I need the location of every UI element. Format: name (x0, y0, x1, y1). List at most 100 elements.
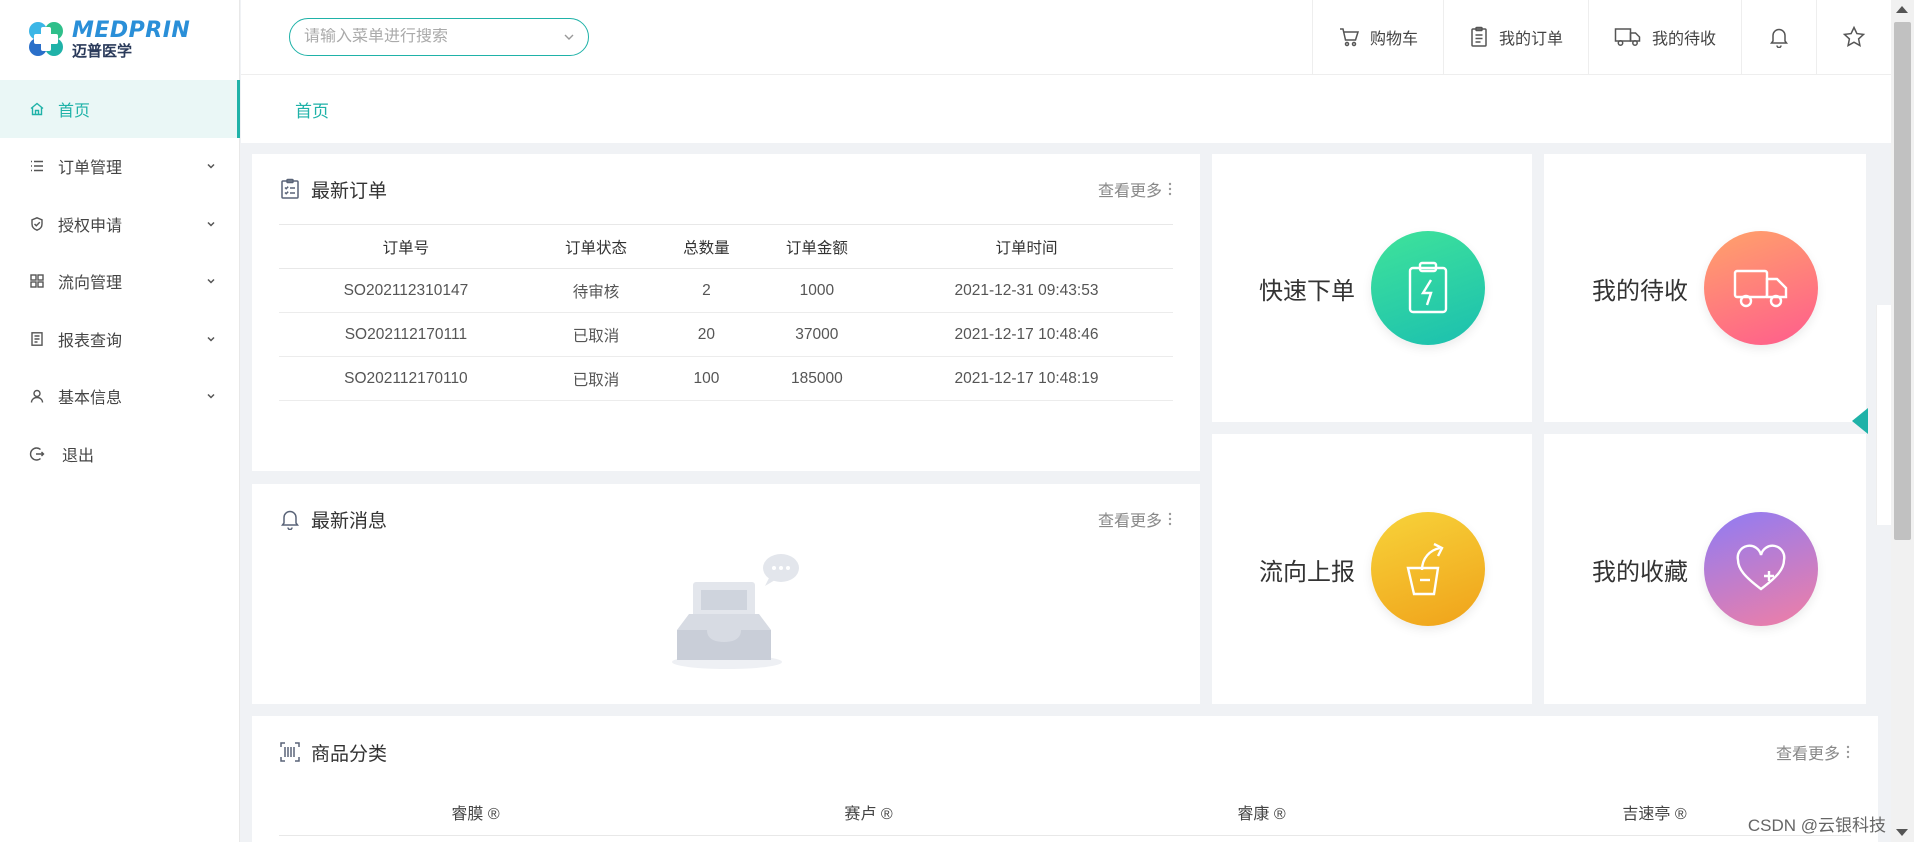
order-status: 已取消 (532, 312, 660, 357)
order-status: 待审核 (532, 268, 660, 313)
menu-search[interactable] (289, 18, 589, 56)
bell-icon (1770, 28, 1788, 48)
scroll-up-icon[interactable] (1896, 6, 1908, 13)
order-amount: 37000 (753, 312, 880, 357)
list-icon (28, 157, 46, 175)
latest-orders-card: 最新订单 查看更多 订单号 订单状态 总数量 订单金额 订单时间 SO20211… (252, 154, 1200, 471)
order-time: 2021-12-17 10:48:19 (879, 356, 1173, 401)
truck-icon (1733, 269, 1788, 308)
user-icon (28, 387, 46, 405)
category-item[interactable]: 睿膜 ® (279, 800, 672, 824)
checklist-icon (281, 178, 299, 199)
order-amount: 1000 (753, 268, 880, 313)
chevron-down-icon (207, 164, 215, 169)
category-item[interactable]: 赛卢 ® (672, 800, 1065, 824)
sidebar-item-home[interactable]: 首页 (0, 80, 240, 138)
my-pending-label: 我的待收 (1651, 31, 1716, 48)
medprin-logo-icon (29, 22, 63, 56)
chevron-down-icon (207, 279, 215, 284)
flow-report-icon-circle (1371, 512, 1485, 626)
chevron-down-icon (207, 394, 215, 399)
my-pending-card-label: 我的待收 (1592, 277, 1688, 305)
heart-plus-icon (1736, 544, 1786, 591)
sidebar-item-label: 报表查询 (58, 332, 123, 350)
product-categories-card: 商品分类 查看更多 睿膜 ® 赛卢 ® 睿康 ® 吉速亭 ® (252, 716, 1878, 842)
order-number: SO202112170111 (279, 312, 533, 357)
grid-icon (28, 272, 46, 290)
chevron-down-icon (207, 221, 215, 227)
my-favorites-icon-circle (1704, 512, 1818, 626)
table-row[interactable]: SO202112170110 已取消 100 185000 2021-12-17… (279, 356, 1173, 401)
order-number: SO202112170110 (279, 356, 533, 401)
sidebar: MEDPRIN 迈普医学 首页 订单管理 授权申请 流向管理 报表查询 基本信息… (0, 0, 240, 842)
my-favorites-card[interactable]: 我的收藏 (1544, 434, 1866, 704)
empty-inbox-icon (672, 554, 799, 669)
logo-text-cn: 迈普医学 (72, 42, 133, 60)
order-time: 2021-12-31 09:43:53 (879, 268, 1173, 313)
order-status: 已取消 (532, 356, 660, 401)
shield-check-icon (28, 215, 46, 233)
order-quantity: 100 (659, 356, 754, 401)
bell-icon (281, 510, 299, 530)
sidebar-item-flow-management[interactable]: 流向管理 (0, 253, 239, 311)
barcode-icon (280, 742, 300, 762)
chevron-down-icon (207, 336, 215, 342)
side-floating-panel (1876, 305, 1892, 525)
menu-search-input[interactable] (304, 28, 562, 46)
latest-messages-more-link[interactable]: 查看更多 (1098, 507, 1172, 531)
sidebar-item-authorization[interactable]: 授权申请 (0, 195, 239, 253)
order-time: 2021-12-17 10:48:46 (879, 312, 1173, 357)
vertical-scrollbar[interactable] (1891, 0, 1914, 842)
quick-order-label: 快速下单 (1259, 277, 1355, 305)
table-row[interactable]: SO202112310147 待审核 2 1000 2021-12-31 09:… (279, 268, 1173, 313)
quick-order-card[interactable]: 快速下单 (1212, 154, 1532, 422)
sidebar-item-basic-info[interactable]: 基本信息 (0, 368, 239, 426)
favorites-star-button[interactable] (1816, 0, 1891, 74)
my-pending-card[interactable]: 我的待收 (1544, 154, 1866, 422)
sidebar-item-reports[interactable]: 报表查询 (0, 310, 239, 368)
latest-messages-title: 最新消息 (311, 510, 388, 532)
column-header: 订单时间 (879, 224, 1173, 269)
sidebar-item-logout[interactable]: 退出 (0, 425, 239, 483)
upload-flow-icon (1406, 542, 1444, 596)
cart-icon (1339, 28, 1359, 47)
truck-icon (1614, 28, 1641, 46)
my-orders-button[interactable]: 我的订单 (1442, 0, 1588, 74)
sidebar-item-label: 流向管理 (58, 275, 123, 293)
category-item[interactable]: 睿康 ® (1065, 800, 1458, 824)
more-vertical-icon (1846, 745, 1850, 759)
sidebar-item-label: 首页 (58, 102, 91, 120)
column-header: 订单号 (279, 224, 533, 269)
more-label: 查看更多 (1775, 746, 1840, 763)
flow-report-card[interactable]: 流向上报 (1212, 434, 1532, 704)
clipboard-icon (1471, 26, 1487, 47)
my-pending-button[interactable]: 我的待收 (1587, 0, 1741, 74)
orders-table: 订单号 订单状态 总数量 订单金额 订单时间 SO202112310147 待审… (279, 224, 1173, 401)
latest-messages-card: 最新消息 查看更多 (252, 484, 1200, 704)
sidebar-item-order-management[interactable]: 订单管理 (0, 138, 239, 196)
sidebar-item-label: 退出 (62, 447, 95, 465)
latest-orders-more-link[interactable]: 查看更多 (1098, 177, 1172, 201)
table-header-row: 订单号 订单状态 总数量 订单金额 订单时间 (279, 224, 1173, 269)
more-vertical-icon (1168, 512, 1172, 526)
chevron-down-icon[interactable] (562, 30, 576, 44)
clipboard-bolt-icon (1408, 261, 1448, 314)
sidebar-item-label: 授权申请 (58, 217, 123, 235)
table-row[interactable]: SO202112170111 已取消 20 37000 2021-12-17 1… (279, 312, 1173, 357)
scrollbar-thumb[interactable] (1894, 22, 1911, 540)
side-panel-toggle-arrow-icon[interactable] (1852, 408, 1868, 434)
order-quantity: 2 (659, 268, 754, 313)
home-icon (28, 100, 46, 118)
notifications-button[interactable] (1741, 0, 1816, 74)
my-orders-label: 我的订单 (1498, 31, 1563, 48)
watermark: CSDN @云银科技 (1747, 816, 1886, 835)
product-categories-more-link[interactable]: 查看更多 (1776, 740, 1850, 764)
more-label: 查看更多 (1097, 513, 1162, 530)
my-pending-icon-circle (1704, 231, 1818, 345)
cart-button[interactable]: 购物车 (1311, 0, 1443, 74)
star-icon (1842, 25, 1866, 47)
column-header: 订单状态 (532, 224, 660, 269)
logo[interactable]: MEDPRIN 迈普医学 (0, 0, 239, 78)
breadcrumb-home[interactable]: 首页 (295, 97, 329, 122)
scroll-down-icon[interactable] (1896, 829, 1908, 836)
